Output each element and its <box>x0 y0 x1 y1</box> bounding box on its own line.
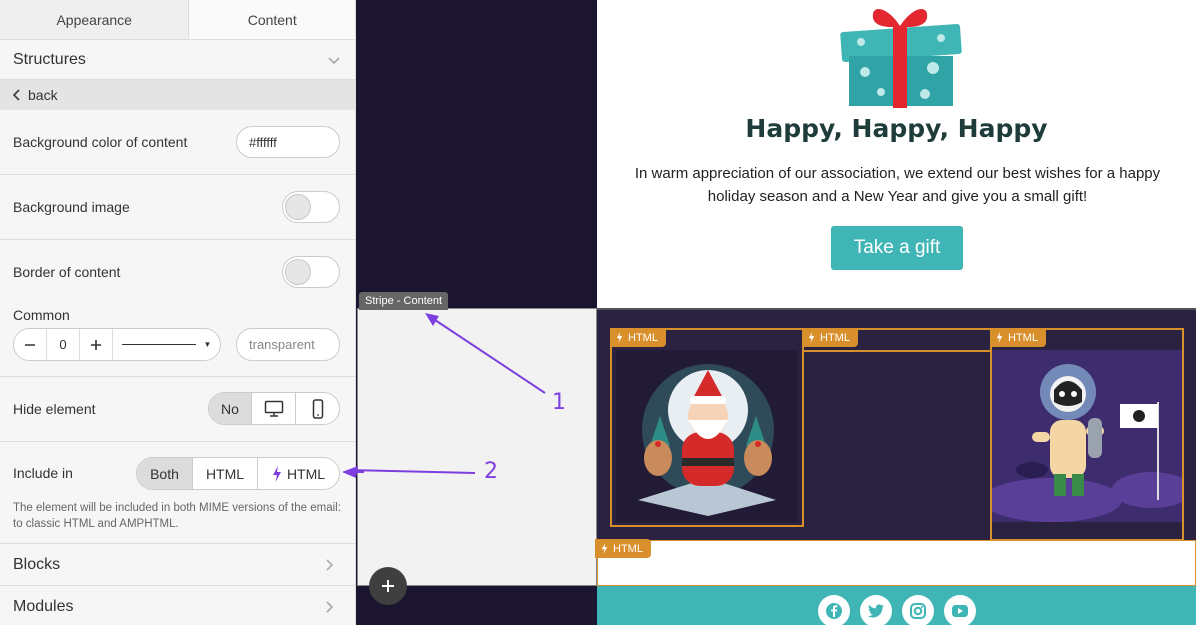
bg-image-row: Background image <box>0 175 355 240</box>
bg-image-label: Background image <box>13 199 130 215</box>
minus-icon <box>24 339 36 351</box>
border-label: Border of content <box>13 264 121 280</box>
include-note: The element will be included in both MIM… <box>13 502 341 530</box>
include-label: Include in <box>13 465 73 481</box>
border-style-select[interactable]: ▼ <box>112 329 220 360</box>
desktop-icon <box>264 400 284 418</box>
plus-icon <box>90 339 102 351</box>
tab-appearance[interactable]: Appearance <box>0 0 190 39</box>
structures-header[interactable]: Structures <box>0 40 355 80</box>
common-label: Common <box>13 307 70 323</box>
border-toggle[interactable] <box>282 256 340 288</box>
blocks-nav[interactable]: Blocks <box>0 543 355 585</box>
hide-label: Hide element <box>13 401 96 417</box>
annotation-label-2: 2 <box>484 459 498 484</box>
panel-tabs: Appearance Content <box>0 0 355 40</box>
tab-content[interactable]: Content <box>189 0 355 39</box>
include-both-option[interactable]: Both <box>137 458 192 489</box>
border-color-input[interactable]: transparent <box>236 328 340 361</box>
plus-button[interactable] <box>80 329 112 360</box>
border-color-value: transparent <box>249 337 315 352</box>
minus-button[interactable] <box>14 329 46 360</box>
lightning-icon <box>272 465 282 482</box>
bg-color-label: Background color of content <box>13 134 188 150</box>
hide-row: Hide element No <box>0 377 355 442</box>
hide-mobile-option[interactable] <box>295 393 339 424</box>
back-label: back <box>28 87 58 103</box>
back-button[interactable]: back <box>0 80 355 110</box>
email-canvas: Happy, Happy, Happy In warm appreciation… <box>357 0 1196 625</box>
hide-desktop-option[interactable] <box>251 393 295 424</box>
modules-label: Modules <box>13 597 74 615</box>
hide-no-option[interactable]: No <box>209 393 251 424</box>
bg-color-row: Background color of content #ffffff <box>0 110 355 175</box>
border-width-value[interactable]: 0 <box>46 329 80 360</box>
annotation-arrows <box>357 313 546 474</box>
amp-html-label: HTML <box>286 465 326 482</box>
border-width-stepper: 0 ▼ <box>13 328 221 361</box>
bg-color-input[interactable]: #ffffff <box>236 126 340 158</box>
modules-nav[interactable]: Modules <box>0 585 355 625</box>
settings-panel: Appearance Content Structures back Backg… <box>0 0 356 625</box>
bg-image-toggle[interactable] <box>282 191 340 223</box>
annotation-arrowhead <box>342 466 364 478</box>
bg-color-value: #ffffff <box>249 134 277 150</box>
line-style-preview <box>121 344 196 345</box>
chevron-down-icon <box>327 55 341 65</box>
caret-down-icon: ▼ <box>203 340 212 349</box>
mobile-icon <box>312 398 324 419</box>
blocks-label: Blocks <box>13 555 61 573</box>
annotation-label-1: 1 <box>552 390 566 415</box>
include-amp-html-option[interactable]: HTML <box>257 458 339 489</box>
structures-title: Structures <box>13 50 86 68</box>
chevron-right-icon <box>324 600 334 614</box>
hide-segmented: No <box>208 392 340 425</box>
include-segmented: Both HTML HTML <box>136 457 340 490</box>
chevron-left-icon <box>12 88 22 102</box>
chevron-right-icon <box>324 558 334 572</box>
toggle-knob <box>285 259 311 285</box>
toggle-knob <box>285 194 311 220</box>
include-html-option[interactable]: HTML <box>192 458 257 489</box>
